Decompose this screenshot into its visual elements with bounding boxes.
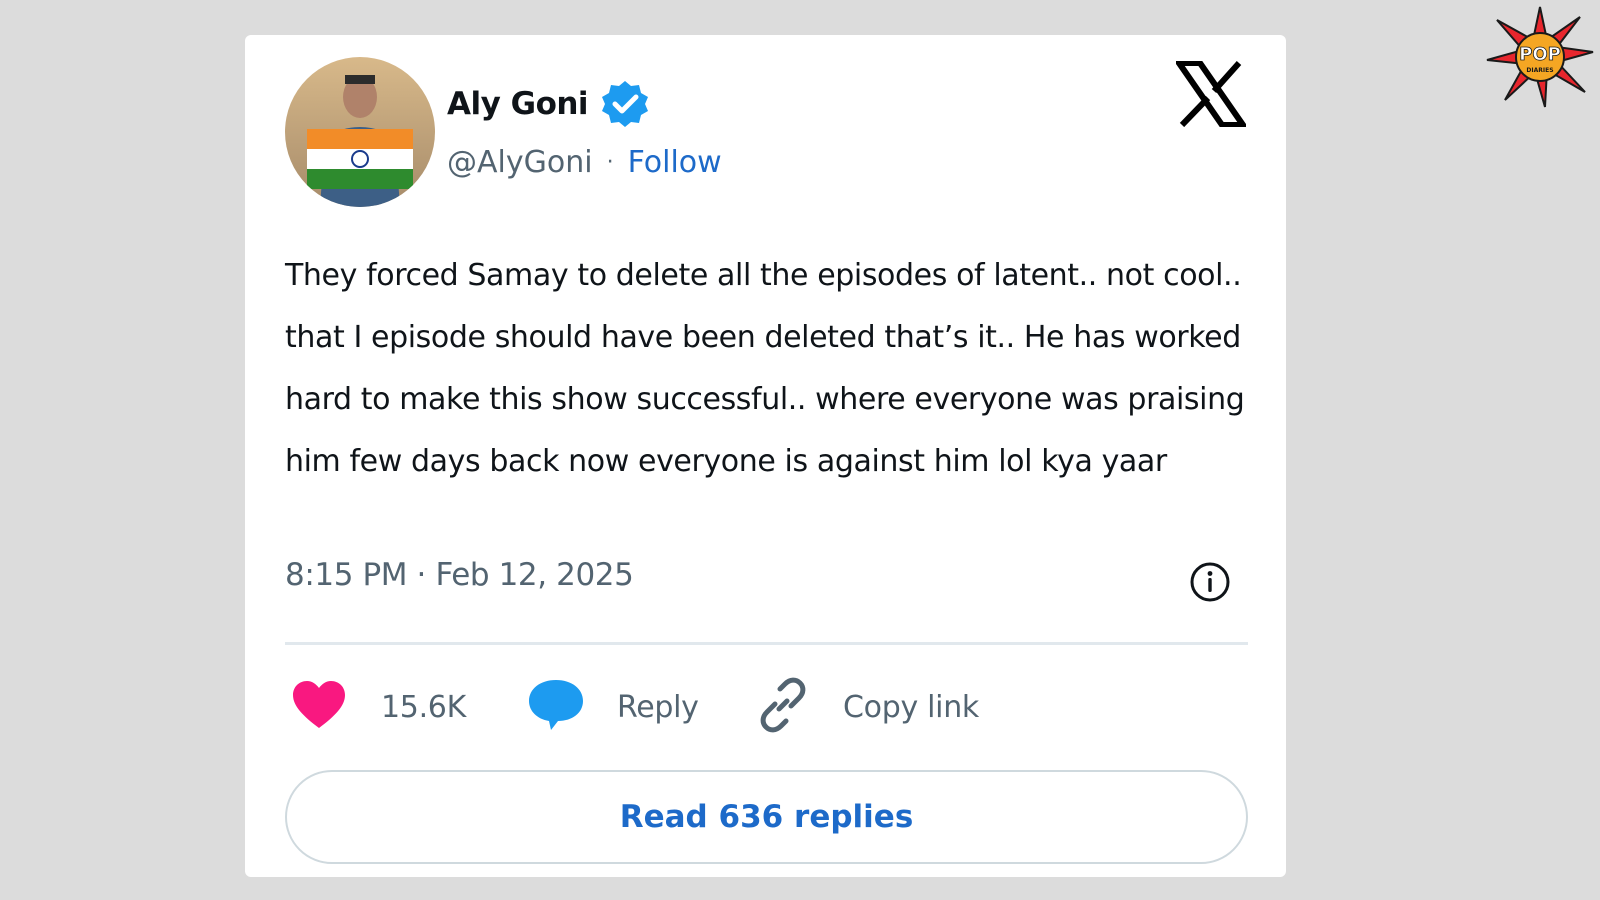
x-logo-icon[interactable]	[1173, 60, 1249, 128]
divider	[285, 642, 1248, 645]
pop-diaries-logo-icon: POP DIARIES	[1485, 2, 1595, 112]
verified-badge-icon	[600, 79, 650, 129]
author-handle-row: @AlyGoni · Follow	[447, 145, 722, 180]
heart-icon	[291, 680, 347, 734]
author-name[interactable]: Aly Goni	[447, 86, 589, 122]
read-replies-button[interactable]: Read 636 replies	[285, 770, 1248, 864]
svg-text:POP: POP	[1519, 44, 1561, 65]
svg-text:DIARIES: DIARIES	[1526, 67, 1553, 74]
tweet-text: They forced Samay to delete all the epis…	[285, 258, 1245, 479]
tweet-timestamp[interactable]: 8:15 PM · Feb 12, 2025	[285, 557, 634, 593]
info-icon[interactable]	[1189, 561, 1231, 603]
speech-bubble-icon	[527, 678, 585, 736]
link-icon	[755, 677, 811, 737]
avatar[interactable]	[285, 57, 435, 207]
reply-label: Reply	[617, 689, 699, 725]
copy-link-label: Copy link	[843, 689, 979, 725]
tweet-card: Aly Goni @AlyGoni · Follow They forced S…	[245, 35, 1286, 877]
like-button[interactable]: 15.6K	[291, 675, 466, 739]
separator-dot: ·	[606, 150, 614, 175]
reply-button[interactable]: Reply	[527, 675, 699, 739]
copy-link-button[interactable]: Copy link	[755, 675, 979, 739]
like-count: 15.6K	[381, 689, 466, 725]
author-name-row: Aly Goni	[447, 79, 650, 129]
follow-link[interactable]: Follow	[628, 145, 722, 180]
author-handle[interactable]: @AlyGoni	[447, 145, 593, 180]
